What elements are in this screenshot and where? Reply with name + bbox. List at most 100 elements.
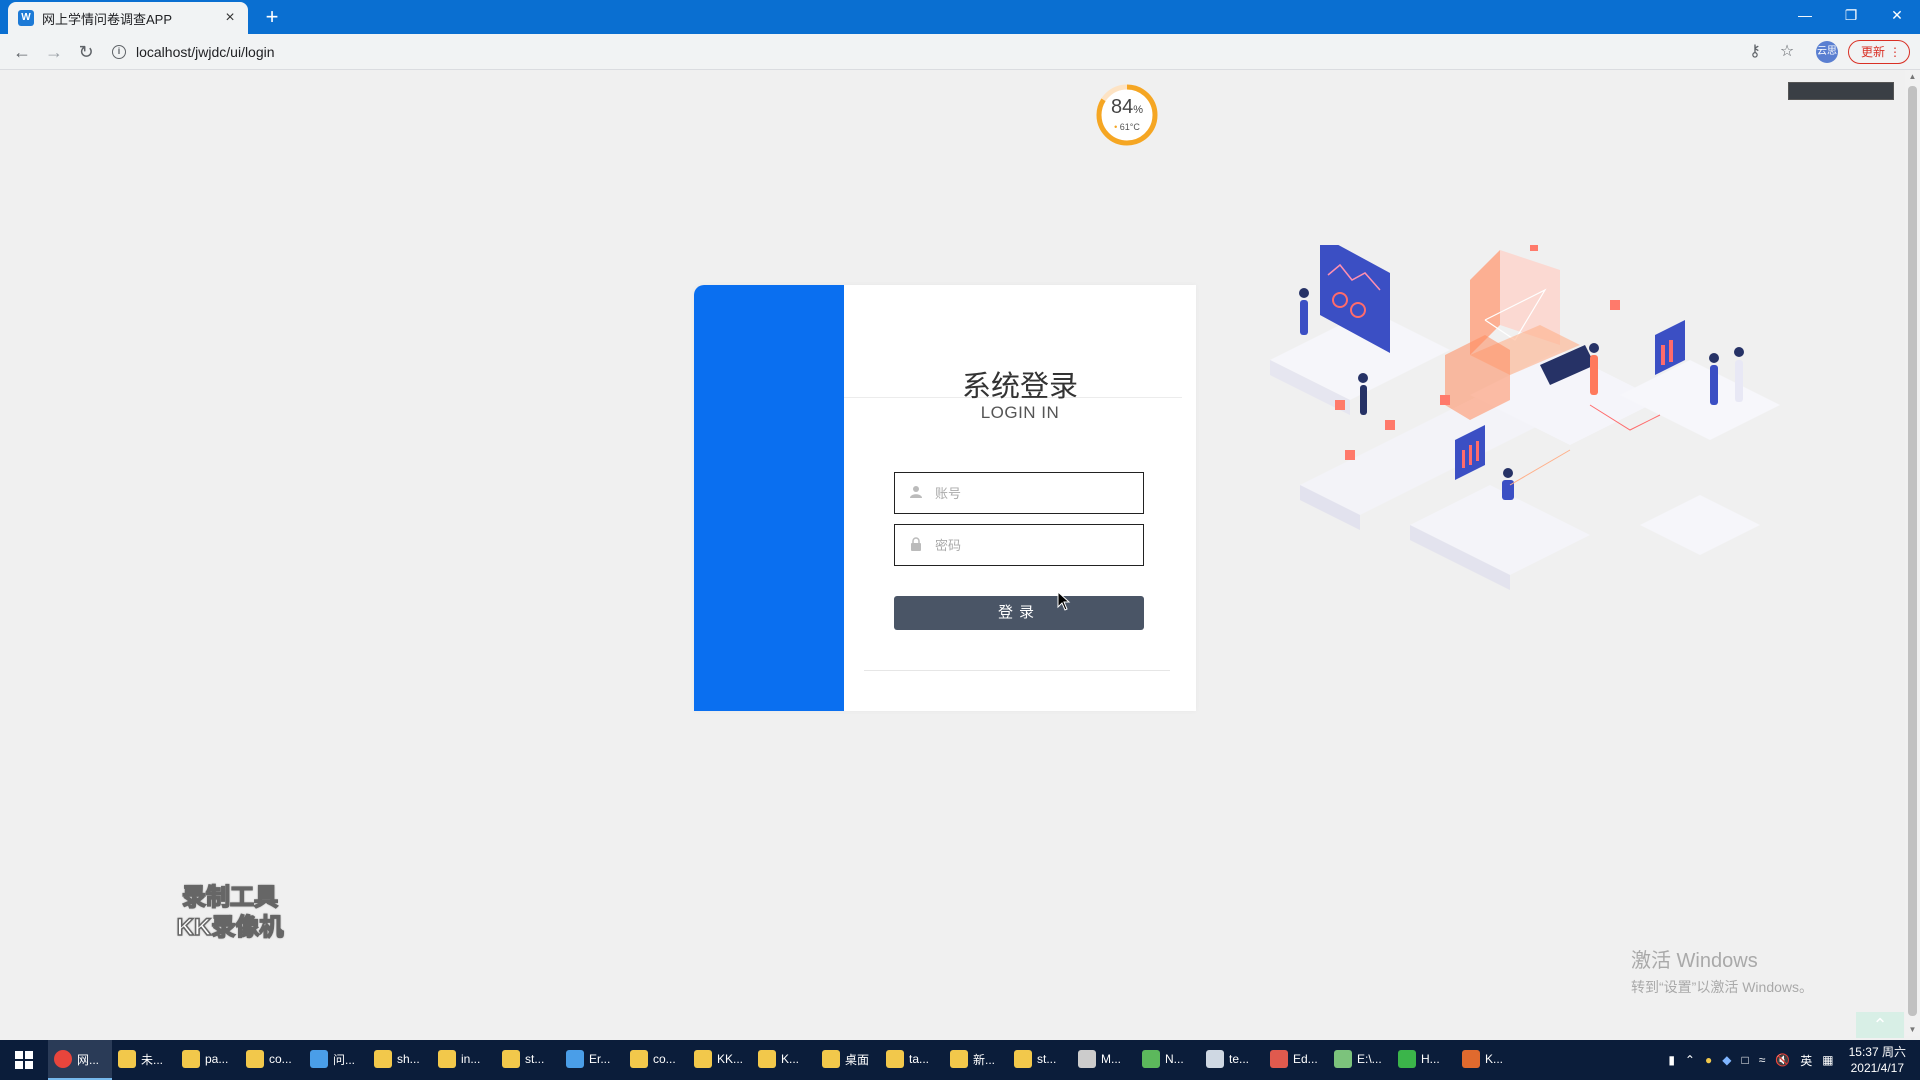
- taskbar-item[interactable]: KK...: [688, 1040, 752, 1080]
- taskbar-item[interactable]: Er...: [560, 1040, 624, 1080]
- taskbar-item-label: 新...: [973, 1052, 996, 1067]
- scroll-up-icon[interactable]: ▲: [1908, 72, 1917, 81]
- folder-icon: [502, 1050, 520, 1068]
- app-favicon-icon: W: [18, 10, 34, 26]
- taskbar-clock[interactable]: 15:37 周六 2021/4/17: [1849, 1044, 1906, 1076]
- taskbar-item[interactable]: K...: [1456, 1040, 1520, 1080]
- taskbar-item[interactable]: H...: [1392, 1040, 1456, 1080]
- cpu-gauge-widget[interactable]: 84% • 61°C: [1094, 82, 1160, 148]
- scroll-down-icon[interactable]: ▼: [1908, 1025, 1917, 1034]
- site-info-icon[interactable]: i: [112, 45, 126, 59]
- taskbar-item[interactable]: E:\...: [1328, 1040, 1392, 1080]
- taskbar-item[interactable]: 未...: [112, 1040, 176, 1080]
- taskbar-item[interactable]: sh...: [368, 1040, 432, 1080]
- taskbar-item[interactable]: ta...: [880, 1040, 944, 1080]
- tray-shield-icon[interactable]: ◆: [1722, 1053, 1731, 1067]
- taskbar-item-label: 网...: [77, 1052, 100, 1067]
- reload-icon[interactable]: ↻: [74, 40, 98, 64]
- login-subtitle: LOGIN IN: [980, 403, 1060, 422]
- profile-avatar[interactable]: 云思: [1816, 41, 1838, 63]
- windows-taskbar: 网... 未... pa... co... 问... sh... in... st... Er.…: [0, 1040, 1920, 1080]
- folder-icon: [374, 1050, 392, 1068]
- folder-icon: [950, 1050, 968, 1068]
- taskbar-item[interactable]: 问...: [304, 1040, 368, 1080]
- taskbar-item-label: N...: [1165, 1052, 1184, 1066]
- taskbar-item-label: st...: [525, 1052, 545, 1066]
- folder-icon: [182, 1050, 200, 1068]
- tray-network-icon[interactable]: □: [1741, 1053, 1748, 1067]
- taskbar-item[interactable]: 网...: [48, 1040, 112, 1080]
- mini-monitor-widget[interactable]: [1788, 82, 1894, 100]
- tab-close-icon[interactable]: ×: [222, 9, 238, 27]
- password-field[interactable]: [894, 524, 1144, 566]
- taskbar-item[interactable]: Ed...: [1264, 1040, 1328, 1080]
- taskbar-item[interactable]: co...: [240, 1040, 304, 1080]
- taskbar-items: 网... 未... pa... co... 问... sh... in... st... Er.…: [48, 1040, 1520, 1080]
- windows-logo-icon: [15, 1051, 33, 1069]
- gauge-temperature: • 61°C: [1114, 122, 1140, 132]
- windows-activation-notice: 激活 Windows 转到“设置”以激活 Windows。: [1631, 944, 1813, 997]
- taskbar-item[interactable]: co...: [624, 1040, 688, 1080]
- close-window-button[interactable]: ✕: [1874, 0, 1920, 30]
- new-tab-button[interactable]: +: [260, 5, 284, 29]
- taskbar-item-label: 问...: [333, 1052, 356, 1067]
- password-input[interactable]: [935, 533, 1135, 557]
- chrome-icon: [54, 1050, 72, 1068]
- app-icon: [566, 1050, 584, 1068]
- bookmark-star-icon[interactable]: ☆: [1777, 42, 1797, 62]
- key-icon[interactable]: ⚷: [1745, 42, 1765, 62]
- forward-icon[interactable]: →: [42, 40, 66, 64]
- taskbar-item-label: E:\...: [1357, 1052, 1382, 1066]
- taskbar-item[interactable]: K...: [752, 1040, 816, 1080]
- taskbar-item[interactable]: pa...: [176, 1040, 240, 1080]
- folder-icon: [438, 1050, 456, 1068]
- update-button[interactable]: 更新 ⋮: [1848, 40, 1910, 64]
- app-icon: [1142, 1050, 1160, 1068]
- restore-button[interactable]: ❐: [1828, 0, 1874, 30]
- minimize-button[interactable]: —: [1782, 0, 1828, 30]
- taskbar-item-label: Ed...: [1293, 1052, 1318, 1066]
- app-icon: [1206, 1050, 1224, 1068]
- back-to-top-button[interactable]: ⌃: [1856, 1012, 1904, 1038]
- back-icon[interactable]: ←: [10, 40, 34, 64]
- folder-icon: [822, 1050, 840, 1068]
- thermometer-icon: •: [1114, 122, 1118, 132]
- login-button[interactable]: 登录: [894, 596, 1144, 630]
- ime-icon[interactable]: ▦: [1822, 1053, 1833, 1067]
- url-text: localhost/jwjdc/ui/login: [136, 44, 275, 60]
- taskbar-item[interactable]: te...: [1200, 1040, 1264, 1080]
- app-icon: [310, 1050, 328, 1068]
- recorder-watermark-line1: 录制工具: [181, 883, 279, 912]
- taskbar-item[interactable]: N...: [1136, 1040, 1200, 1080]
- browser-tab[interactable]: W 网上学情问卷调查APP ×: [8, 2, 248, 34]
- taskbar-item[interactable]: 桌面: [816, 1040, 880, 1080]
- page-scrollbar[interactable]: ▲ ▼: [1905, 70, 1920, 1036]
- taskbar-item[interactable]: in...: [432, 1040, 496, 1080]
- gauge-percent: 84%: [1110, 96, 1144, 118]
- tray-expand-icon[interactable]: ⌃: [1685, 1053, 1695, 1067]
- taskbar-item[interactable]: 新...: [944, 1040, 1008, 1080]
- username-field[interactable]: [894, 472, 1144, 514]
- input-language[interactable]: 英: [1800, 1052, 1812, 1069]
- update-label: 更新: [1861, 45, 1886, 59]
- address-bar[interactable]: i localhost/jwjdc/ui/login: [112, 39, 1752, 65]
- tray-app-icon[interactable]: ●: [1705, 1053, 1712, 1067]
- taskbar-item[interactable]: M...: [1072, 1040, 1136, 1080]
- browser-titlebar: W 网上学情问卷调查APP × + — ❐ ✕: [0, 0, 1920, 34]
- clock-date: 2021/4/17: [1850, 1061, 1904, 1075]
- username-input[interactable]: [935, 481, 1135, 505]
- taskbar-item-label: 桌面: [845, 1052, 870, 1067]
- app-icon: [1462, 1050, 1480, 1068]
- start-button[interactable]: [0, 1040, 48, 1080]
- scrollbar-thumb[interactable]: [1908, 86, 1917, 1016]
- taskbar-item-label: KK...: [717, 1052, 744, 1066]
- battery-icon[interactable]: ▮: [1668, 1053, 1675, 1067]
- taskbar-item[interactable]: st...: [1008, 1040, 1072, 1080]
- wifi-icon[interactable]: ≈: [1759, 1053, 1766, 1067]
- app-icon: [1398, 1050, 1416, 1068]
- recorder-watermark-line2: KK录像机: [176, 913, 284, 942]
- mute-icon[interactable]: 🔇: [1775, 1053, 1790, 1067]
- taskbar-item-label: co...: [269, 1052, 292, 1066]
- login-card: 系统登录 LOGIN IN 登录: [694, 285, 1196, 711]
- taskbar-item[interactable]: st...: [496, 1040, 560, 1080]
